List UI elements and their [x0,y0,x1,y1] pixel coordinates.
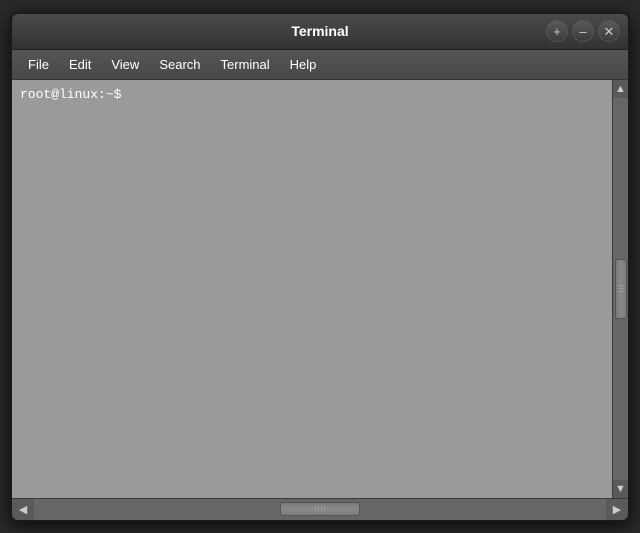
scroll-thumb-vertical[interactable] [615,259,627,319]
menu-item-edit[interactable]: Edit [59,55,101,74]
scroll-down-button[interactable]: ▼ [613,480,628,498]
terminal-window: Terminal + – ✕ File Edit View Search Ter… [10,12,630,522]
menu-item-file[interactable]: File [18,55,59,74]
right-arrow-icon: ▶ [613,503,621,516]
scroll-track-horizontal[interactable] [34,499,606,520]
add-button[interactable]: + [546,20,568,42]
vertical-scrollbar[interactable]: ▲ ▼ [612,80,628,498]
thumb-line-3 [618,291,624,292]
thumb-line-h-3 [321,505,322,513]
up-arrow-icon: ▲ [615,83,626,95]
scroll-right-button[interactable]: ▶ [606,499,628,520]
thumb-grip-horizontal [315,505,325,513]
menu-item-terminal[interactable]: Terminal [211,55,280,74]
minimize-button[interactable]: – [572,20,594,42]
horizontal-scrollbar[interactable]: ◀ ▶ [12,498,628,520]
scroll-left-button[interactable]: ◀ [12,499,34,520]
menu-item-search[interactable]: Search [149,55,210,74]
terminal-prompt: root@linux:~$ [20,86,604,104]
down-arrow-icon: ▼ [615,483,626,495]
thumb-line-1 [618,285,624,286]
thumb-grip-vertical [618,285,624,292]
thumb-line-h-4 [324,505,325,513]
menu-item-help[interactable]: Help [280,55,327,74]
scroll-up-button[interactable]: ▲ [613,80,628,98]
thumb-line-h-1 [315,505,316,513]
scroll-thumb-horizontal[interactable] [280,502,360,516]
title-bar: Terminal + – ✕ [12,14,628,50]
window-title: Terminal [291,23,348,39]
thumb-line-2 [618,288,624,289]
terminal-content[interactable]: root@linux:~$ [12,80,612,498]
close-button[interactable]: ✕ [598,20,620,42]
terminal-body: root@linux:~$ ▲ ▼ [12,80,628,498]
menu-bar: File Edit View Search Terminal Help [12,50,628,80]
window-controls: + – ✕ [546,20,620,42]
scroll-track-vertical[interactable] [613,98,628,480]
left-arrow-icon: ◀ [19,503,27,516]
thumb-line-h-2 [318,505,319,513]
menu-item-view[interactable]: View [101,55,149,74]
